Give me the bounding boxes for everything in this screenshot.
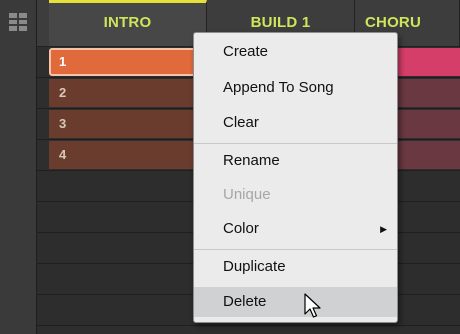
menu-item-unique: Unique — [194, 180, 397, 210]
menu-item-label: Clear — [223, 114, 259, 131]
pattern-slot[interactable]: 3 — [49, 110, 207, 138]
menu-item-color[interactable]: Color ▶ — [194, 214, 397, 244]
section-label: CHORU — [365, 14, 421, 31]
menu-item-label: Color — [223, 220, 259, 237]
pattern-slot-selected[interactable]: 1 — [49, 48, 207, 76]
menu-item-label: Delete — [223, 293, 267, 310]
menu-item-label: Duplicate — [223, 258, 286, 275]
menu-item-label: Rename — [223, 152, 280, 169]
menu-item-rename[interactable]: Rename — [194, 146, 397, 176]
menu-item-label: Create — [223, 43, 269, 60]
pattern-number: 4 — [59, 147, 67, 162]
pattern-number: 1 — [59, 54, 67, 69]
grid-icon[interactable] — [9, 13, 27, 31]
section-intro[interactable]: INTRO — [49, 0, 207, 46]
section-label: INTRO — [103, 14, 152, 31]
arranger-view: INTRO BUILD 1 CHORU 1 2 3 4 Create Appen… — [0, 0, 460, 334]
submenu-arrow-icon: ▶ — [380, 224, 387, 234]
menu-separator — [194, 249, 397, 250]
menu-item-append-to-song[interactable]: Append To Song — [194, 73, 397, 103]
menu-item-delete[interactable]: Delete — [194, 287, 397, 317]
menu-item-duplicate[interactable]: Duplicate — [194, 252, 397, 282]
section-label: BUILD 1 — [250, 14, 311, 31]
pattern-slot[interactable]: 2 — [49, 79, 207, 107]
menu-item-create[interactable]: Create — [194, 37, 397, 67]
left-rail — [0, 0, 37, 334]
menu-separator — [194, 143, 397, 144]
menu-item-clear[interactable]: Clear — [194, 108, 397, 138]
context-menu: Create Append To Song Clear Rename Uniqu… — [193, 32, 398, 323]
menu-item-label: Unique — [223, 186, 271, 203]
pattern-number: 3 — [59, 116, 67, 131]
menu-item-label: Append To Song — [223, 79, 334, 96]
mouse-cursor-icon — [304, 293, 321, 318]
pattern-number: 2 — [59, 85, 67, 100]
pattern-slot[interactable]: 4 — [49, 141, 207, 169]
